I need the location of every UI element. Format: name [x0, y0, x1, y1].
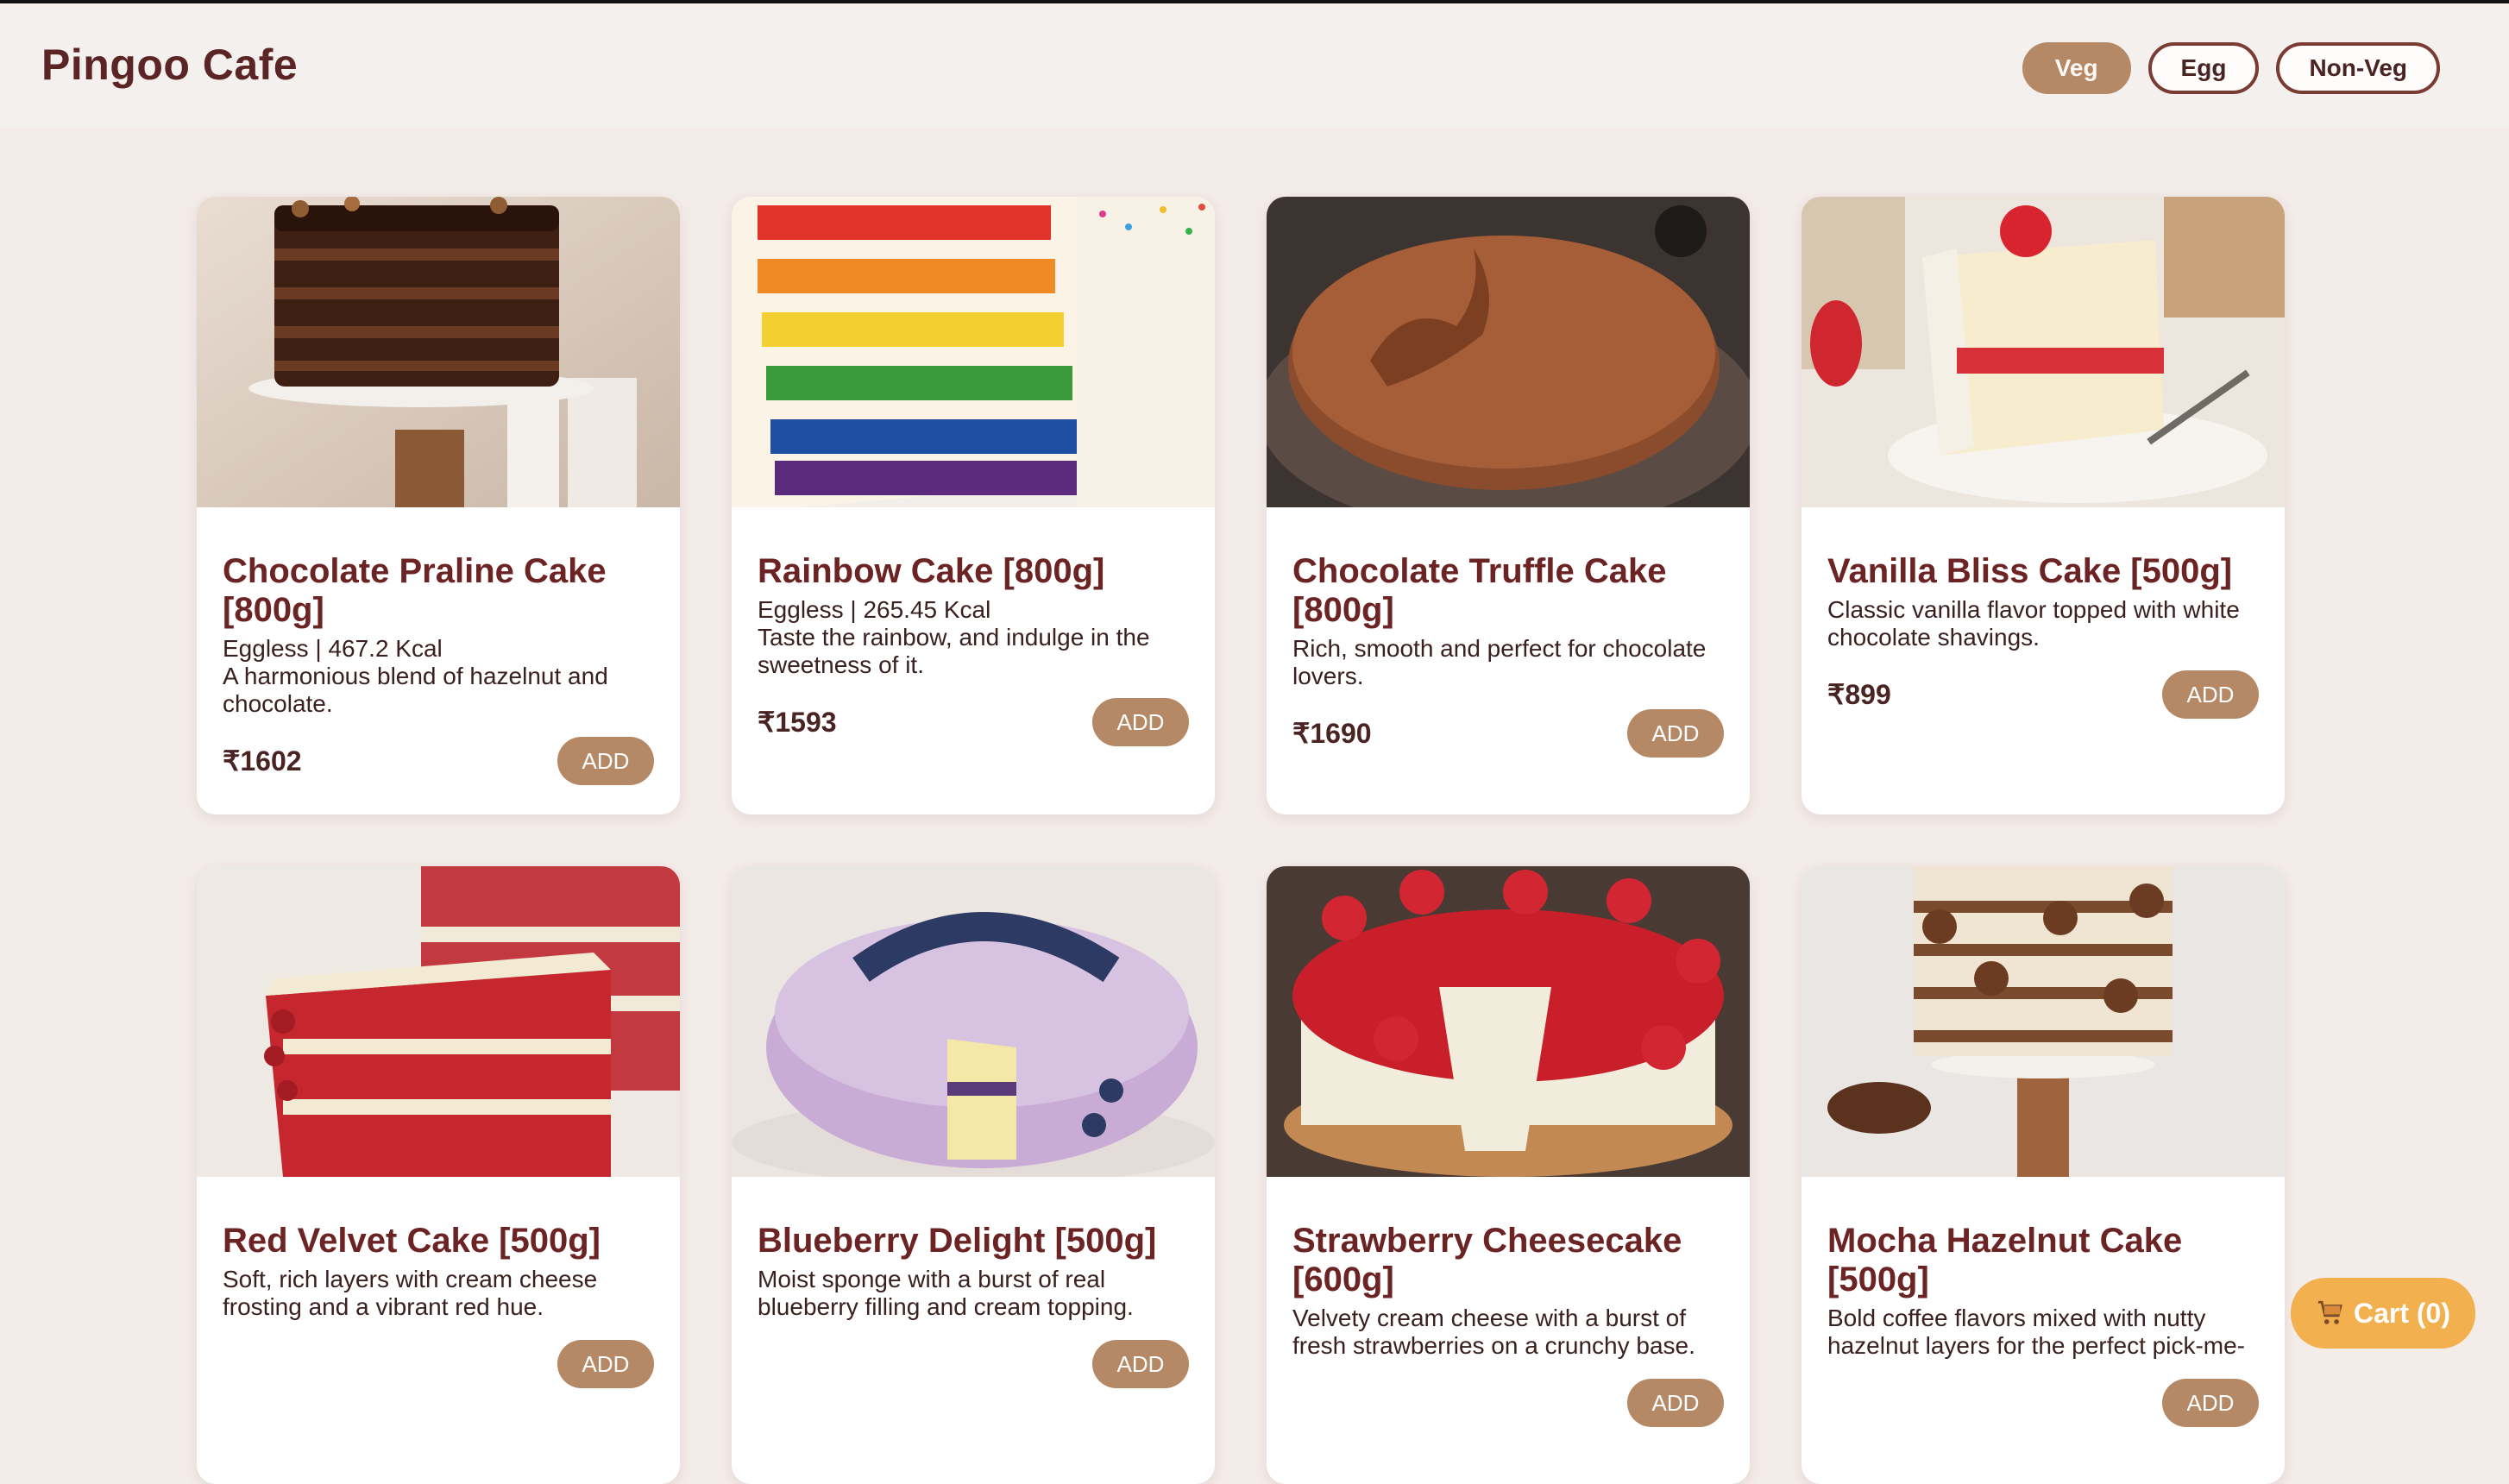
filter-egg-button[interactable]: Egg [2147, 42, 2260, 94]
product-card: Blueberry Delight [500g] Moist sponge wi… [732, 866, 1215, 1484]
product-description: Moist sponge with a burst of real bluebe… [758, 1266, 1134, 1320]
site-header: Pingoo Cafe Veg Egg Non-Veg [0, 3, 2509, 128]
product-price: ₹1690 [1292, 718, 1372, 749]
brand-title: Pingoo Cafe [41, 41, 299, 89]
filter-non-veg-button[interactable]: Non-Veg [2276, 42, 2440, 94]
product-description: Soft, rich layers with cream cheese fros… [223, 1266, 598, 1320]
product-card: Vanilla Bliss Cake [500g] Classic vanill… [1802, 197, 2285, 814]
product-description: Taste the rainbow, and indulge in the sw… [758, 624, 1150, 678]
cart-button[interactable]: Cart (0) [2291, 1278, 2475, 1349]
product-card: Rainbow Cake [800g] Eggless | 265.45 Kca… [732, 197, 1215, 814]
add-to-cart-button[interactable]: ADD [2162, 1379, 2259, 1427]
cart-label: Cart (0) [2353, 1297, 2450, 1329]
product-image [1802, 866, 2285, 1177]
add-to-cart-button[interactable]: ADD [1627, 1379, 1724, 1427]
add-to-cart-button[interactable]: ADD [1627, 709, 1724, 758]
product-description: Velvety cream cheese with a burst of fre… [1292, 1305, 1695, 1359]
product-card: Mocha Hazelnut Cake [500g] Bold coffee f… [1802, 866, 2285, 1484]
add-to-cart-button[interactable]: ADD [557, 1340, 654, 1388]
add-to-cart-button[interactable]: ADD [1092, 698, 1189, 746]
product-image [1802, 197, 2285, 507]
product-price: ₹899 [1827, 679, 1891, 710]
product-price: ₹1593 [758, 707, 837, 738]
product-title: Chocolate Truffle Cake [800g] [1292, 552, 1667, 629]
product-image [197, 197, 680, 507]
diet-filter-group: Veg Egg Non-Veg [2022, 42, 2440, 94]
product-card: Chocolate Praline Cake [800g] Eggless | … [197, 197, 680, 814]
product-image [732, 197, 1215, 507]
product-description: Rich, smooth and perfect for chocolate l… [1292, 635, 1707, 689]
product-grid: Chocolate Praline Cake [800g] Eggless | … [197, 197, 2285, 1484]
filter-veg-button[interactable]: Veg [2022, 42, 2131, 94]
product-price: ₹1602 [223, 745, 302, 777]
product-title: Red Velvet Cake [500g] [223, 1222, 601, 1260]
product-meta: Eggless | 265.45 Kcal [758, 596, 991, 623]
product-image [732, 866, 1215, 1177]
product-title: Blueberry Delight [500g] [758, 1222, 1157, 1260]
product-meta: Eggless | 467.2 Kcal [223, 635, 443, 662]
add-to-cart-button[interactable]: ADD [557, 737, 654, 785]
product-title: Chocolate Praline Cake [800g] [223, 552, 607, 629]
product-image [1267, 866, 1750, 1177]
product-description: Bold coffee flavors mixed with nutty haz… [1827, 1305, 2245, 1359]
cart-icon [2317, 1300, 2342, 1324]
product-card: Chocolate Truffle Cake [800g] Rich, smoo… [1267, 197, 1750, 814]
add-to-cart-button[interactable]: ADD [1092, 1340, 1189, 1388]
add-to-cart-button[interactable]: ADD [2162, 670, 2259, 719]
product-title: Rainbow Cake [800g] [758, 552, 1105, 590]
product-card: Red Velvet Cake [500g] Soft, rich layers… [197, 866, 680, 1484]
product-title: Mocha Hazelnut Cake [500g] [1827, 1222, 2183, 1298]
product-description: Classic vanilla flavor topped with white… [1827, 596, 2240, 651]
product-card: Strawberry Cheesecake [600g] Velvety cre… [1267, 866, 1750, 1484]
product-description: A harmonious blend of hazelnut and choco… [223, 663, 608, 717]
product-image [197, 866, 680, 1177]
product-title: Strawberry Cheesecake [600g] [1292, 1222, 1682, 1298]
product-title: Vanilla Bliss Cake [500g] [1827, 552, 2233, 590]
product-image [1267, 197, 1750, 507]
